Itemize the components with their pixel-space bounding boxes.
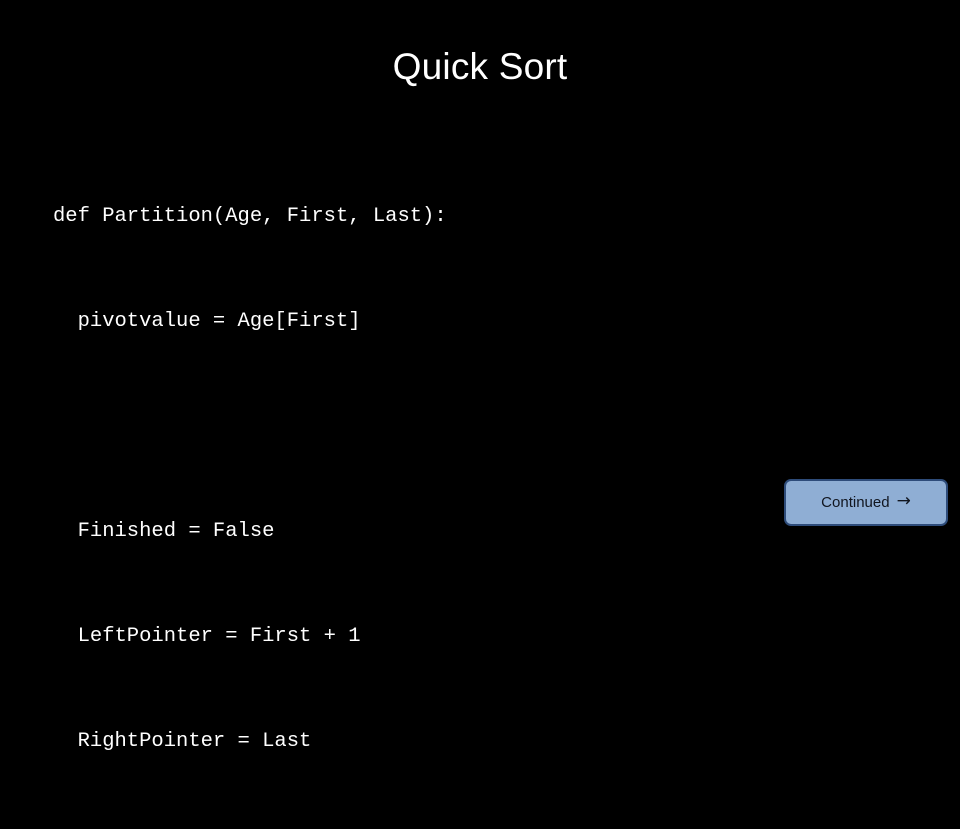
page-title: Quick Sort (392, 46, 568, 87)
slide-canvas: Quick Sort def Partition(Age, First, Las… (0, 0, 960, 753)
code-line: RightPointer = Last (53, 730, 312, 753)
code-line: LeftPointer = First + 1 (53, 625, 361, 648)
arrow-right-icon: → (896, 491, 911, 511)
code-line: def Partition(Age, First, Last): (53, 205, 447, 228)
continued-button[interactable]: Continued → (784, 479, 948, 526)
code-block: def Partition(Age, First, Last): pivotva… (53, 129, 753, 829)
continued-button-label: Continued (821, 493, 890, 511)
code-line: Finished = False (53, 520, 275, 543)
code-line: pivotvalue = Age[First] (53, 310, 361, 333)
